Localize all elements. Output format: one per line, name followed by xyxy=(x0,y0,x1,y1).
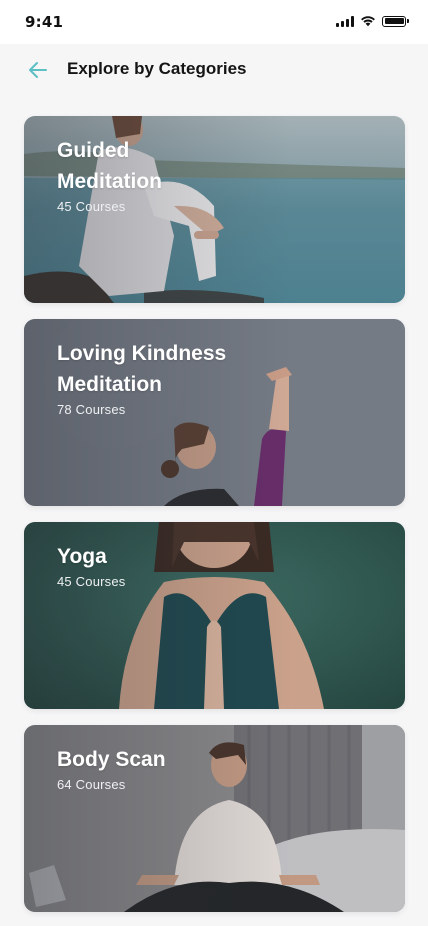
back-button[interactable] xyxy=(24,56,52,84)
status-icons xyxy=(336,15,409,27)
wifi-icon xyxy=(361,16,375,27)
status-bar: 9:41 xyxy=(0,0,428,44)
course-count: 64 Courses xyxy=(57,777,126,792)
course-count: 78 Courses xyxy=(57,402,126,417)
cellular-signal-icon xyxy=(336,15,354,27)
card-title: Loving Kindness Meditation xyxy=(57,342,227,396)
page-title: Explore by Categories xyxy=(67,59,247,78)
category-card-guided-meditation[interactable]: Guided Meditation 45 Courses xyxy=(24,116,405,303)
arrow-left-icon xyxy=(29,62,47,78)
card-title: Yoga xyxy=(57,545,107,568)
course-count: 45 Courses xyxy=(57,199,126,214)
card-title: Body Scan xyxy=(57,748,166,771)
battery-icon xyxy=(382,15,409,27)
category-card-yoga[interactable]: Yoga 45 Courses xyxy=(24,522,405,709)
course-count: 45 Courses xyxy=(57,574,126,589)
category-card-loving-kindness-meditation[interactable]: Loving Kindness Meditation 78 Courses xyxy=(24,319,405,506)
card-title: Guided Meditation xyxy=(57,139,162,193)
category-card-body-scan[interactable]: Body Scan 64 Courses xyxy=(24,725,405,912)
status-time: 9:41 xyxy=(25,13,64,31)
phone-screen: 9:41 Explore by Categories Guided Medita… xyxy=(0,0,428,926)
page-header: Explore by Categories xyxy=(0,44,428,96)
